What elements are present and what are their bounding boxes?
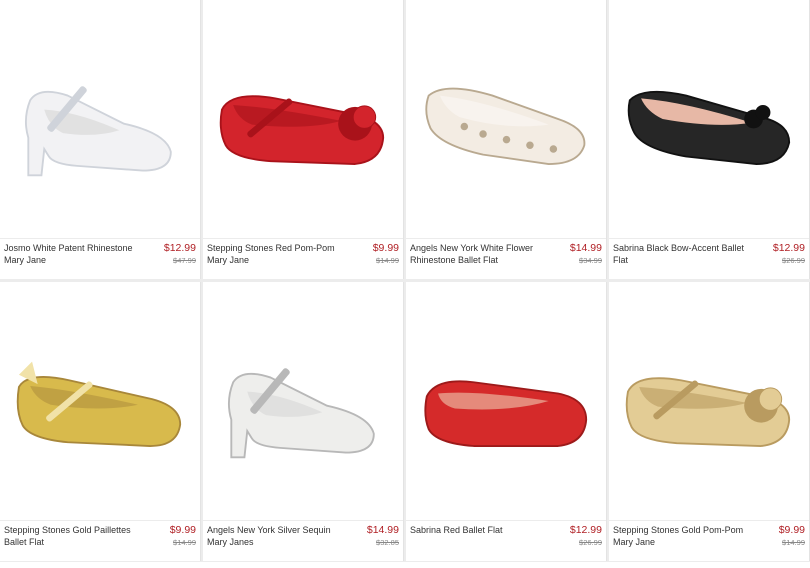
shoe-illustration: [423, 380, 587, 447]
card-divider: [0, 238, 200, 239]
shoe-illustration: [24, 86, 172, 177]
product-price: $9.99: [169, 524, 196, 536]
product-name[interactable]: Sabrina Black Bow-Accent Ballet Flat: [613, 242, 753, 266]
product-image[interactable]: [203, 282, 403, 520]
original-price: $14.99: [782, 538, 805, 547]
product-card-7[interactable]: Sabrina Red Ballet Flat $12.99 $26.99: [406, 282, 607, 561]
original-price: $26.99: [782, 256, 805, 265]
card-divider: [203, 520, 403, 521]
original-price: $26.99: [579, 538, 602, 547]
shoe-illustration: [424, 87, 585, 165]
card-divider: [406, 520, 606, 521]
shoe-illustration: [16, 361, 181, 447]
product-price: $12.99: [569, 524, 602, 536]
product-card-3[interactable]: Angels New York White Flower Rhinestone …: [406, 0, 607, 279]
next-row-strip: [0, 562, 810, 568]
product-image[interactable]: [406, 0, 606, 238]
product-price: $12.99: [163, 242, 196, 254]
product-price: $14.99: [569, 242, 602, 254]
product-name[interactable]: Sabrina Red Ballet Flat: [410, 524, 550, 536]
product-price: $12.99: [772, 242, 805, 254]
product-image[interactable]: [0, 0, 200, 238]
product-name[interactable]: Josmo White Patent Rhinestone Mary Jane: [4, 242, 144, 266]
product-card-2[interactable]: Stepping Stones Red Pom-Pom Mary Jane $9…: [203, 0, 404, 279]
original-price: $14.99: [376, 256, 399, 265]
product-name[interactable]: Stepping Stones Gold Paillettes Ballet F…: [4, 524, 144, 548]
product-image[interactable]: [609, 0, 809, 238]
product-price: $14.99: [366, 524, 399, 536]
shoe-illustration: [227, 368, 375, 459]
product-card-6[interactable]: Angels New York Silver Sequin Mary Janes…: [203, 282, 404, 561]
original-price: $34.99: [579, 256, 602, 265]
product-price: $9.99: [778, 524, 805, 536]
product-name[interactable]: Stepping Stones Gold Pom-Pom Mary Jane: [613, 524, 753, 548]
product-name[interactable]: Angels New York White Flower Rhinestone …: [410, 242, 550, 266]
shoe-illustration: [219, 95, 384, 165]
product-image[interactable]: [609, 282, 809, 520]
product-price: $9.99: [372, 242, 399, 254]
product-name[interactable]: Stepping Stones Red Pom-Pom Mary Jane: [207, 242, 347, 266]
card-divider: [203, 238, 403, 239]
product-image[interactable]: [0, 282, 200, 520]
product-card-8[interactable]: Stepping Stones Gold Pom-Pom Mary Jane $…: [609, 282, 810, 561]
card-divider: [0, 520, 200, 521]
product-card-1[interactable]: Josmo White Patent Rhinestone Mary Jane …: [0, 0, 201, 279]
shoe-illustration: [627, 90, 790, 165]
original-price: $32.85: [376, 538, 399, 547]
product-image[interactable]: [406, 282, 606, 520]
product-image[interactable]: [203, 0, 403, 238]
card-divider: [609, 238, 809, 239]
product-name[interactable]: Angels New York Silver Sequin Mary Janes: [207, 524, 347, 548]
product-card-5[interactable]: Stepping Stones Gold Paillettes Ballet F…: [0, 282, 201, 561]
original-price: $14.99: [173, 538, 196, 547]
original-price: $47.99: [173, 256, 196, 265]
card-divider: [406, 238, 606, 239]
product-card-4[interactable]: Sabrina Black Bow-Accent Ballet Flat $12…: [609, 0, 810, 279]
shoe-illustration: [625, 377, 790, 447]
card-divider: [609, 520, 809, 521]
product-grid: Josmo White Patent Rhinestone Mary Jane …: [0, 0, 810, 568]
